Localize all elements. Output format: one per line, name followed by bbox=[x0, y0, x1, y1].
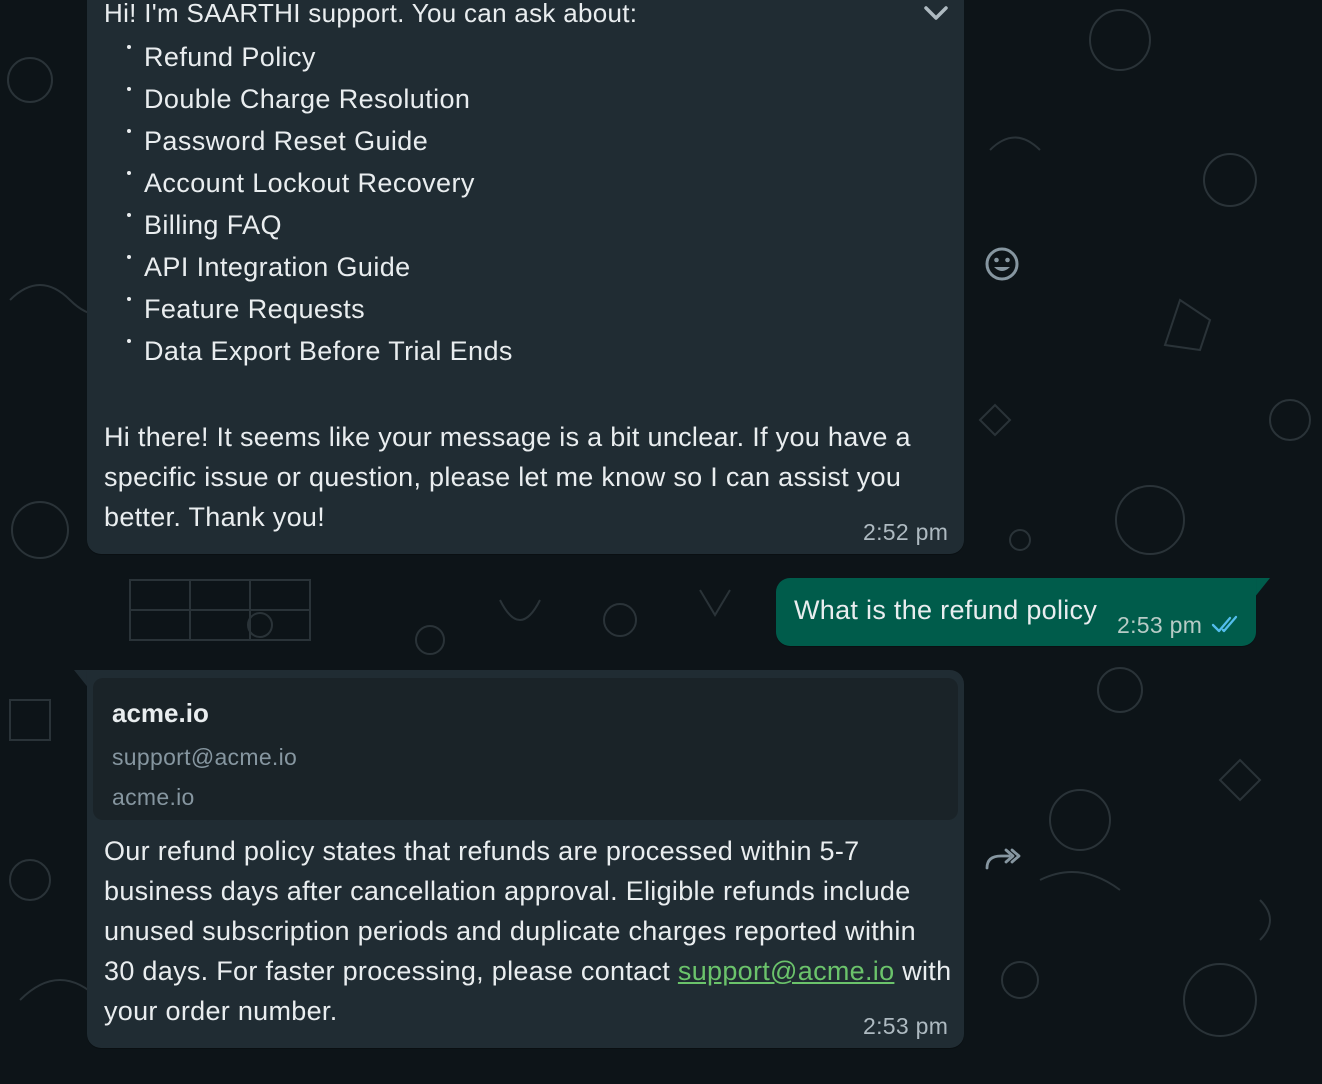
topic-item: Account Lockout Recovery bbox=[87, 162, 513, 204]
bot-answer-text: Our refund policy states that refunds ar… bbox=[104, 831, 954, 1031]
double-check-icon bbox=[1211, 615, 1238, 633]
bot-message-intro[interactable]: Hi! I'm SAARTHI support. You can ask abo… bbox=[87, 0, 964, 554]
link-preview-domain: acme.io bbox=[112, 784, 195, 810]
intro-greeting: Hi! I'm SAARTHI support. You can ask abo… bbox=[104, 0, 638, 28]
outgoing-tail bbox=[1254, 578, 1270, 598]
user-message[interactable]: What is the refund policy 2:53 pm bbox=[776, 578, 1256, 646]
topic-item: Refund Policy bbox=[87, 36, 513, 78]
link-preview-email: support@acme.io bbox=[112, 744, 298, 770]
topic-item: Double Charge Resolution bbox=[87, 78, 513, 120]
topic-list: Refund Policy Double Charge Resolution P… bbox=[87, 36, 513, 372]
link-preview-title: acme.io bbox=[112, 698, 209, 728]
topic-item: Feature Requests bbox=[87, 288, 513, 330]
user-message-text: What is the refund policy bbox=[794, 595, 1098, 625]
forward-icon[interactable] bbox=[982, 840, 1022, 880]
emoji-icon[interactable] bbox=[982, 244, 1022, 284]
message-timestamp: 2:53 pm bbox=[863, 1013, 949, 1039]
topic-item: API Integration Guide bbox=[87, 246, 513, 288]
bot-message-answer[interactable]: acme.io support@acme.io acme.io Our refu… bbox=[87, 670, 964, 1048]
email-link[interactable]: support@acme.io bbox=[678, 956, 895, 986]
topic-item: Password Reset Guide bbox=[87, 120, 513, 162]
chevron-down-icon[interactable] bbox=[921, 2, 951, 24]
link-preview-card[interactable]: acme.io support@acme.io acme.io bbox=[93, 678, 958, 820]
message-timestamp: 2:53 pm bbox=[1117, 612, 1203, 638]
bot-reply-text: Hi there! It seems like your message is … bbox=[104, 422, 911, 532]
topic-item: Data Export Before Trial Ends bbox=[87, 330, 513, 372]
topic-item: Billing FAQ bbox=[87, 204, 513, 246]
message-timestamp: 2:52 pm bbox=[863, 519, 949, 545]
